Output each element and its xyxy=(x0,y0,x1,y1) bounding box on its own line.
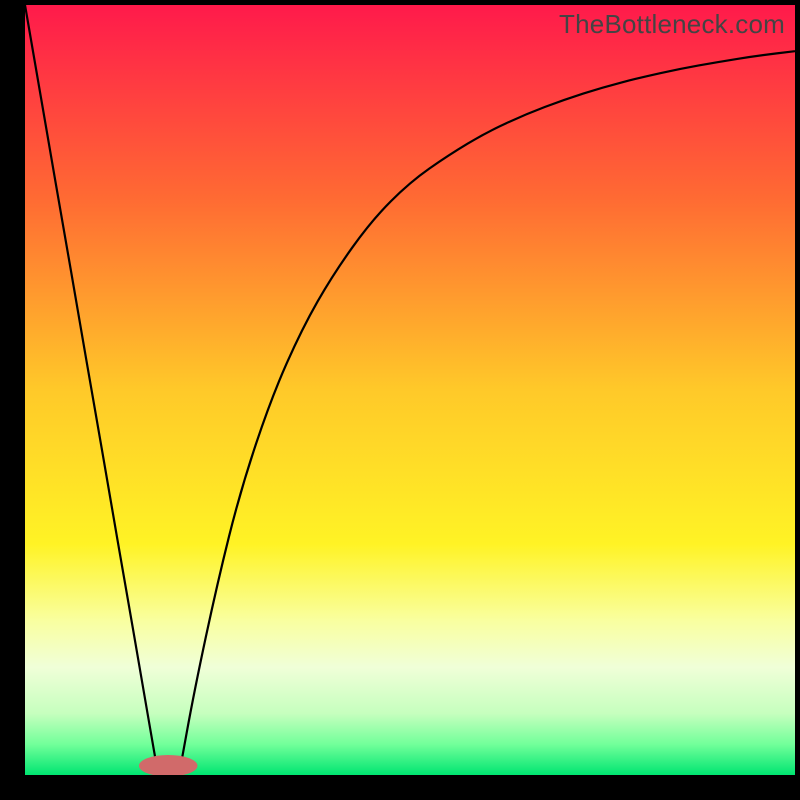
watermark-text: TheBottleneck.com xyxy=(559,9,785,40)
plot-area: TheBottleneck.com xyxy=(25,5,795,775)
chart-frame: TheBottleneck.com xyxy=(0,0,800,800)
chart-background xyxy=(25,5,795,775)
chart-svg xyxy=(25,5,795,775)
